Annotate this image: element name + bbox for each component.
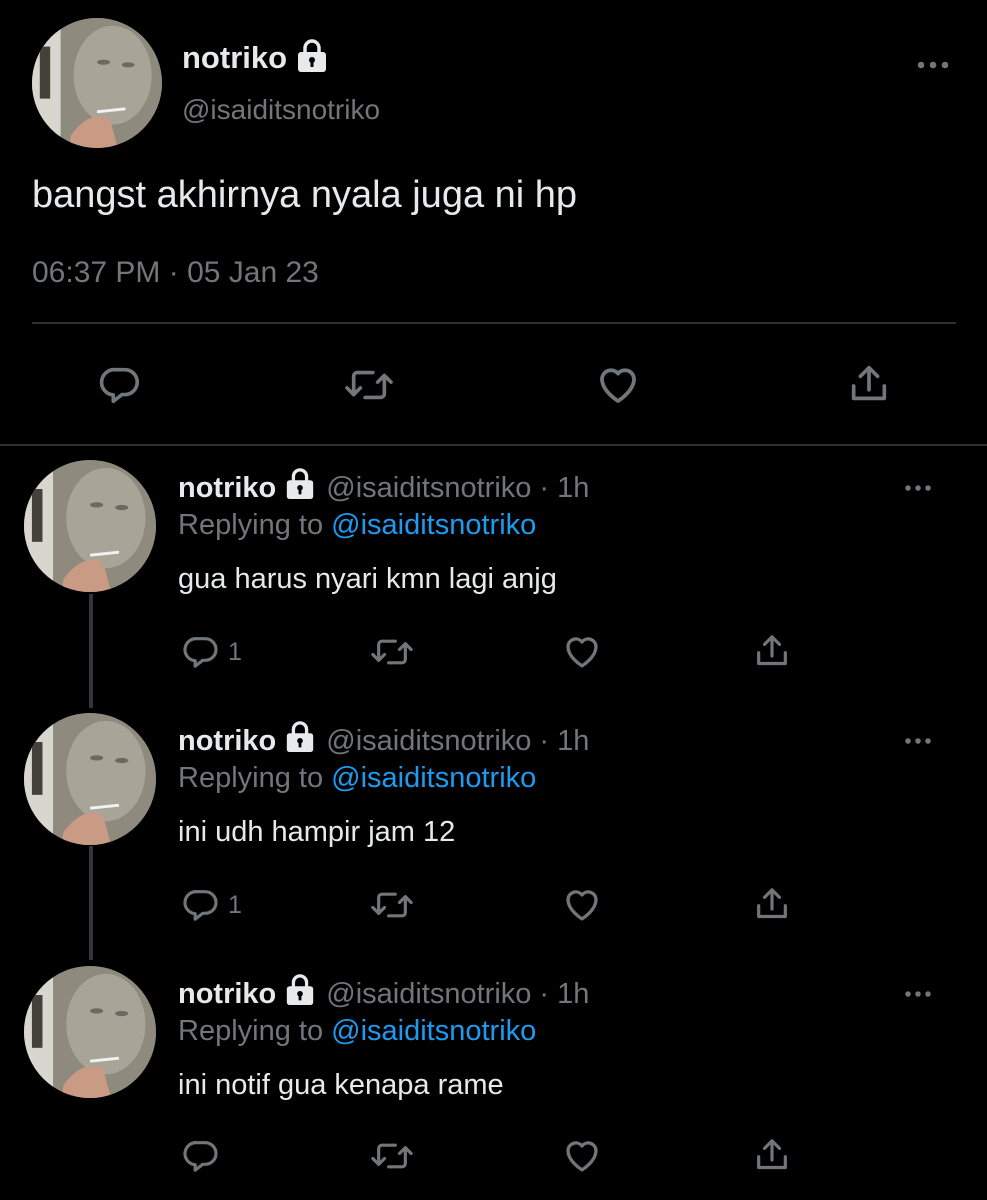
avatar[interactable] [32,18,162,148]
display-name[interactable]: notriko [182,40,287,76]
lock-icon [295,38,329,79]
more-options-icon[interactable] [902,480,934,498]
like-icon [566,637,598,668]
replying-to-link[interactable]: @isaiditsnotriko [331,762,536,794]
relative-time[interactable]: · 1h [539,978,589,1011]
reply-icon [99,367,140,404]
retweet-button[interactable] [368,1136,416,1176]
retweet-button[interactable] [368,632,416,672]
share-icon [757,635,787,666]
handle[interactable]: @isaiditsnotriko [326,472,531,505]
handle[interactable]: @isaiditsnotriko [182,94,380,126]
replying-to-label: Replying to [178,1015,324,1047]
share-button[interactable] [752,1134,792,1176]
avatar-image [32,18,162,148]
handle[interactable]: @isaiditsnotriko [326,725,531,758]
reply-button[interactable] [96,362,144,408]
lock-icon [284,973,316,1015]
share-button[interactable] [846,360,892,408]
thread-line [89,846,93,960]
like-button[interactable] [561,883,603,925]
avatar[interactable] [24,966,156,1098]
like-icon [566,890,598,921]
more-options-icon[interactable] [902,733,934,751]
section-divider [0,444,987,446]
share-icon [851,365,887,401]
like-button[interactable] [561,1134,603,1176]
retweet-icon [371,639,413,665]
reply-icon [183,637,218,668]
retweet-icon [371,1143,413,1169]
thread-line [89,594,93,708]
reply-button[interactable]: 1 [180,885,242,925]
retweet-button[interactable] [368,885,416,925]
avatar[interactable] [24,713,156,845]
replying-to-link[interactable]: @isaiditsnotriko [331,509,536,541]
relative-time[interactable]: · 1h [539,725,589,758]
share-icon [757,1139,787,1170]
handle[interactable]: @isaiditsnotriko [326,978,531,1011]
tweet-text: bangst akhirnya nyala juga ni hp [32,174,578,216]
reply-icon [183,1141,218,1172]
relative-time[interactable]: · 1h [539,472,589,505]
reply-count: 1 [228,637,242,666]
display-name[interactable]: notriko [178,978,276,1011]
retweet-icon [371,892,413,918]
lock-icon [284,467,316,509]
reply-icon [183,890,218,921]
reply-text: ini udh hampir jam 12 [178,816,456,848]
like-button[interactable] [594,360,642,408]
reply-text: ini notif gua kenapa rame [178,1069,504,1101]
display-name[interactable]: notriko [178,725,276,758]
reply-button[interactable]: 1 [180,632,242,672]
avatar-image [24,460,156,592]
lock-icon [284,720,316,762]
like-button[interactable] [561,630,603,672]
share-icon [757,888,787,919]
replying-to-label: Replying to [178,509,324,541]
divider [32,322,956,324]
avatar[interactable] [24,460,156,592]
more-options-icon[interactable] [902,986,934,1004]
display-name[interactable]: notriko [178,472,276,505]
reply-text: gua harus nyari kmn lagi anjg [178,563,557,595]
share-button[interactable] [752,883,792,925]
share-button[interactable] [752,630,792,672]
like-icon [600,368,636,403]
replying-to-label: Replying to [178,762,324,794]
like-icon [566,1141,598,1172]
timestamp[interactable]: 06:37 PM · 05 Jan 23 [32,256,319,290]
avatar-image [24,713,156,845]
reply-button[interactable] [180,1136,228,1176]
retweet-icon [345,370,393,400]
avatar-image [24,966,156,1098]
retweet-button[interactable] [341,362,397,408]
more-options-icon[interactable] [916,58,950,76]
replying-to-link[interactable]: @isaiditsnotriko [331,1015,536,1047]
reply-count: 1 [228,890,242,919]
